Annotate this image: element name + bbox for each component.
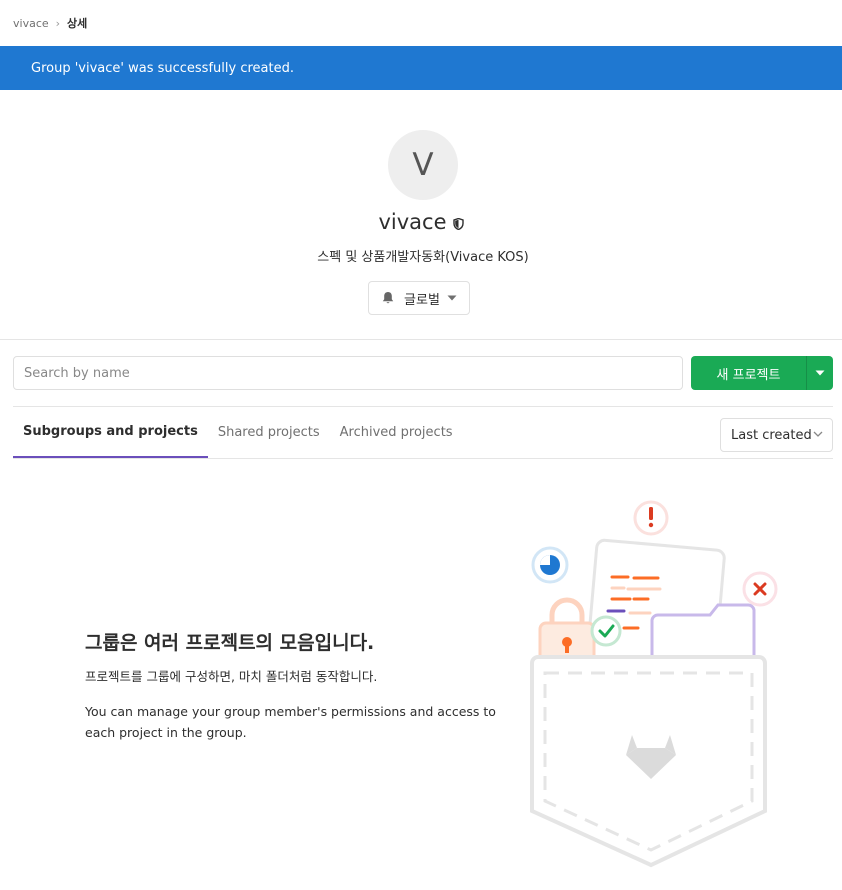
group-avatar-letter: V	[412, 147, 434, 183]
breadcrumb-separator: ›	[55, 16, 61, 30]
tab-label: Subgroups and projects	[23, 424, 198, 439]
close-icon	[742, 571, 778, 607]
flash-notice[interactable]: Group 'vivace' was successfully created.	[0, 46, 842, 90]
tab-label: Archived projects	[339, 425, 453, 440]
notification-level-label: 글로벌	[404, 292, 440, 308]
divider	[0, 339, 842, 340]
alert-icon	[633, 500, 669, 536]
caret-down-icon	[815, 370, 825, 376]
tab-archived-projects[interactable]: Archived projects	[330, 407, 463, 458]
new-project-dropdown-toggle[interactable]	[807, 356, 833, 390]
tab-label: Shared projects	[217, 425, 320, 440]
group-description: 스펙 및 상품개발자동화(Vivace KOS)	[317, 250, 529, 265]
chevron-down-icon	[813, 431, 823, 438]
group-avatar: V	[388, 130, 458, 200]
bell-icon	[381, 291, 395, 305]
empty-state-description: You can manage your group member's permi…	[85, 704, 496, 740]
search-input[interactable]	[13, 356, 683, 390]
new-project-button-group: 새 프로젝트	[691, 356, 833, 390]
tab-subgroups-and-projects[interactable]: Subgroups and projects	[13, 407, 208, 458]
sort-selected-label: Last created	[731, 427, 812, 443]
tab-shared-projects[interactable]: Shared projects	[208, 407, 330, 458]
empty-state-illustration	[520, 495, 790, 874]
breadcrumb-current[interactable]: 상세	[67, 15, 87, 31]
new-project-button[interactable]: 새 프로젝트	[691, 356, 807, 390]
group-tabs: Subgroups and projects Shared projects A…	[13, 407, 463, 458]
clock-icon	[531, 546, 569, 584]
shield-icon	[452, 211, 464, 235]
sort-dropdown[interactable]: Last created	[720, 418, 833, 452]
group-name: vivace	[378, 210, 447, 234]
breadcrumb: vivace › 상세	[13, 14, 87, 32]
empty-state-subtitle: 프로젝트를 그룹에 구성하면, 마치 폴더처럼 동작합니다.	[85, 669, 378, 684]
empty-state-title: 그룹은 여러 프로젝트의 모음입니다.	[85, 632, 375, 654]
notification-dropdown-button[interactable]: 글로벌	[368, 281, 470, 315]
check-icon	[590, 615, 622, 647]
caret-down-icon	[447, 295, 457, 301]
new-project-label: 새 프로젝트	[716, 367, 781, 383]
tabs-divider	[13, 458, 833, 459]
breadcrumb-group-link[interactable]: vivace	[13, 17, 49, 30]
group-title: vivace	[0, 210, 842, 235]
flash-message: Group 'vivace' was successfully created.	[31, 60, 294, 76]
